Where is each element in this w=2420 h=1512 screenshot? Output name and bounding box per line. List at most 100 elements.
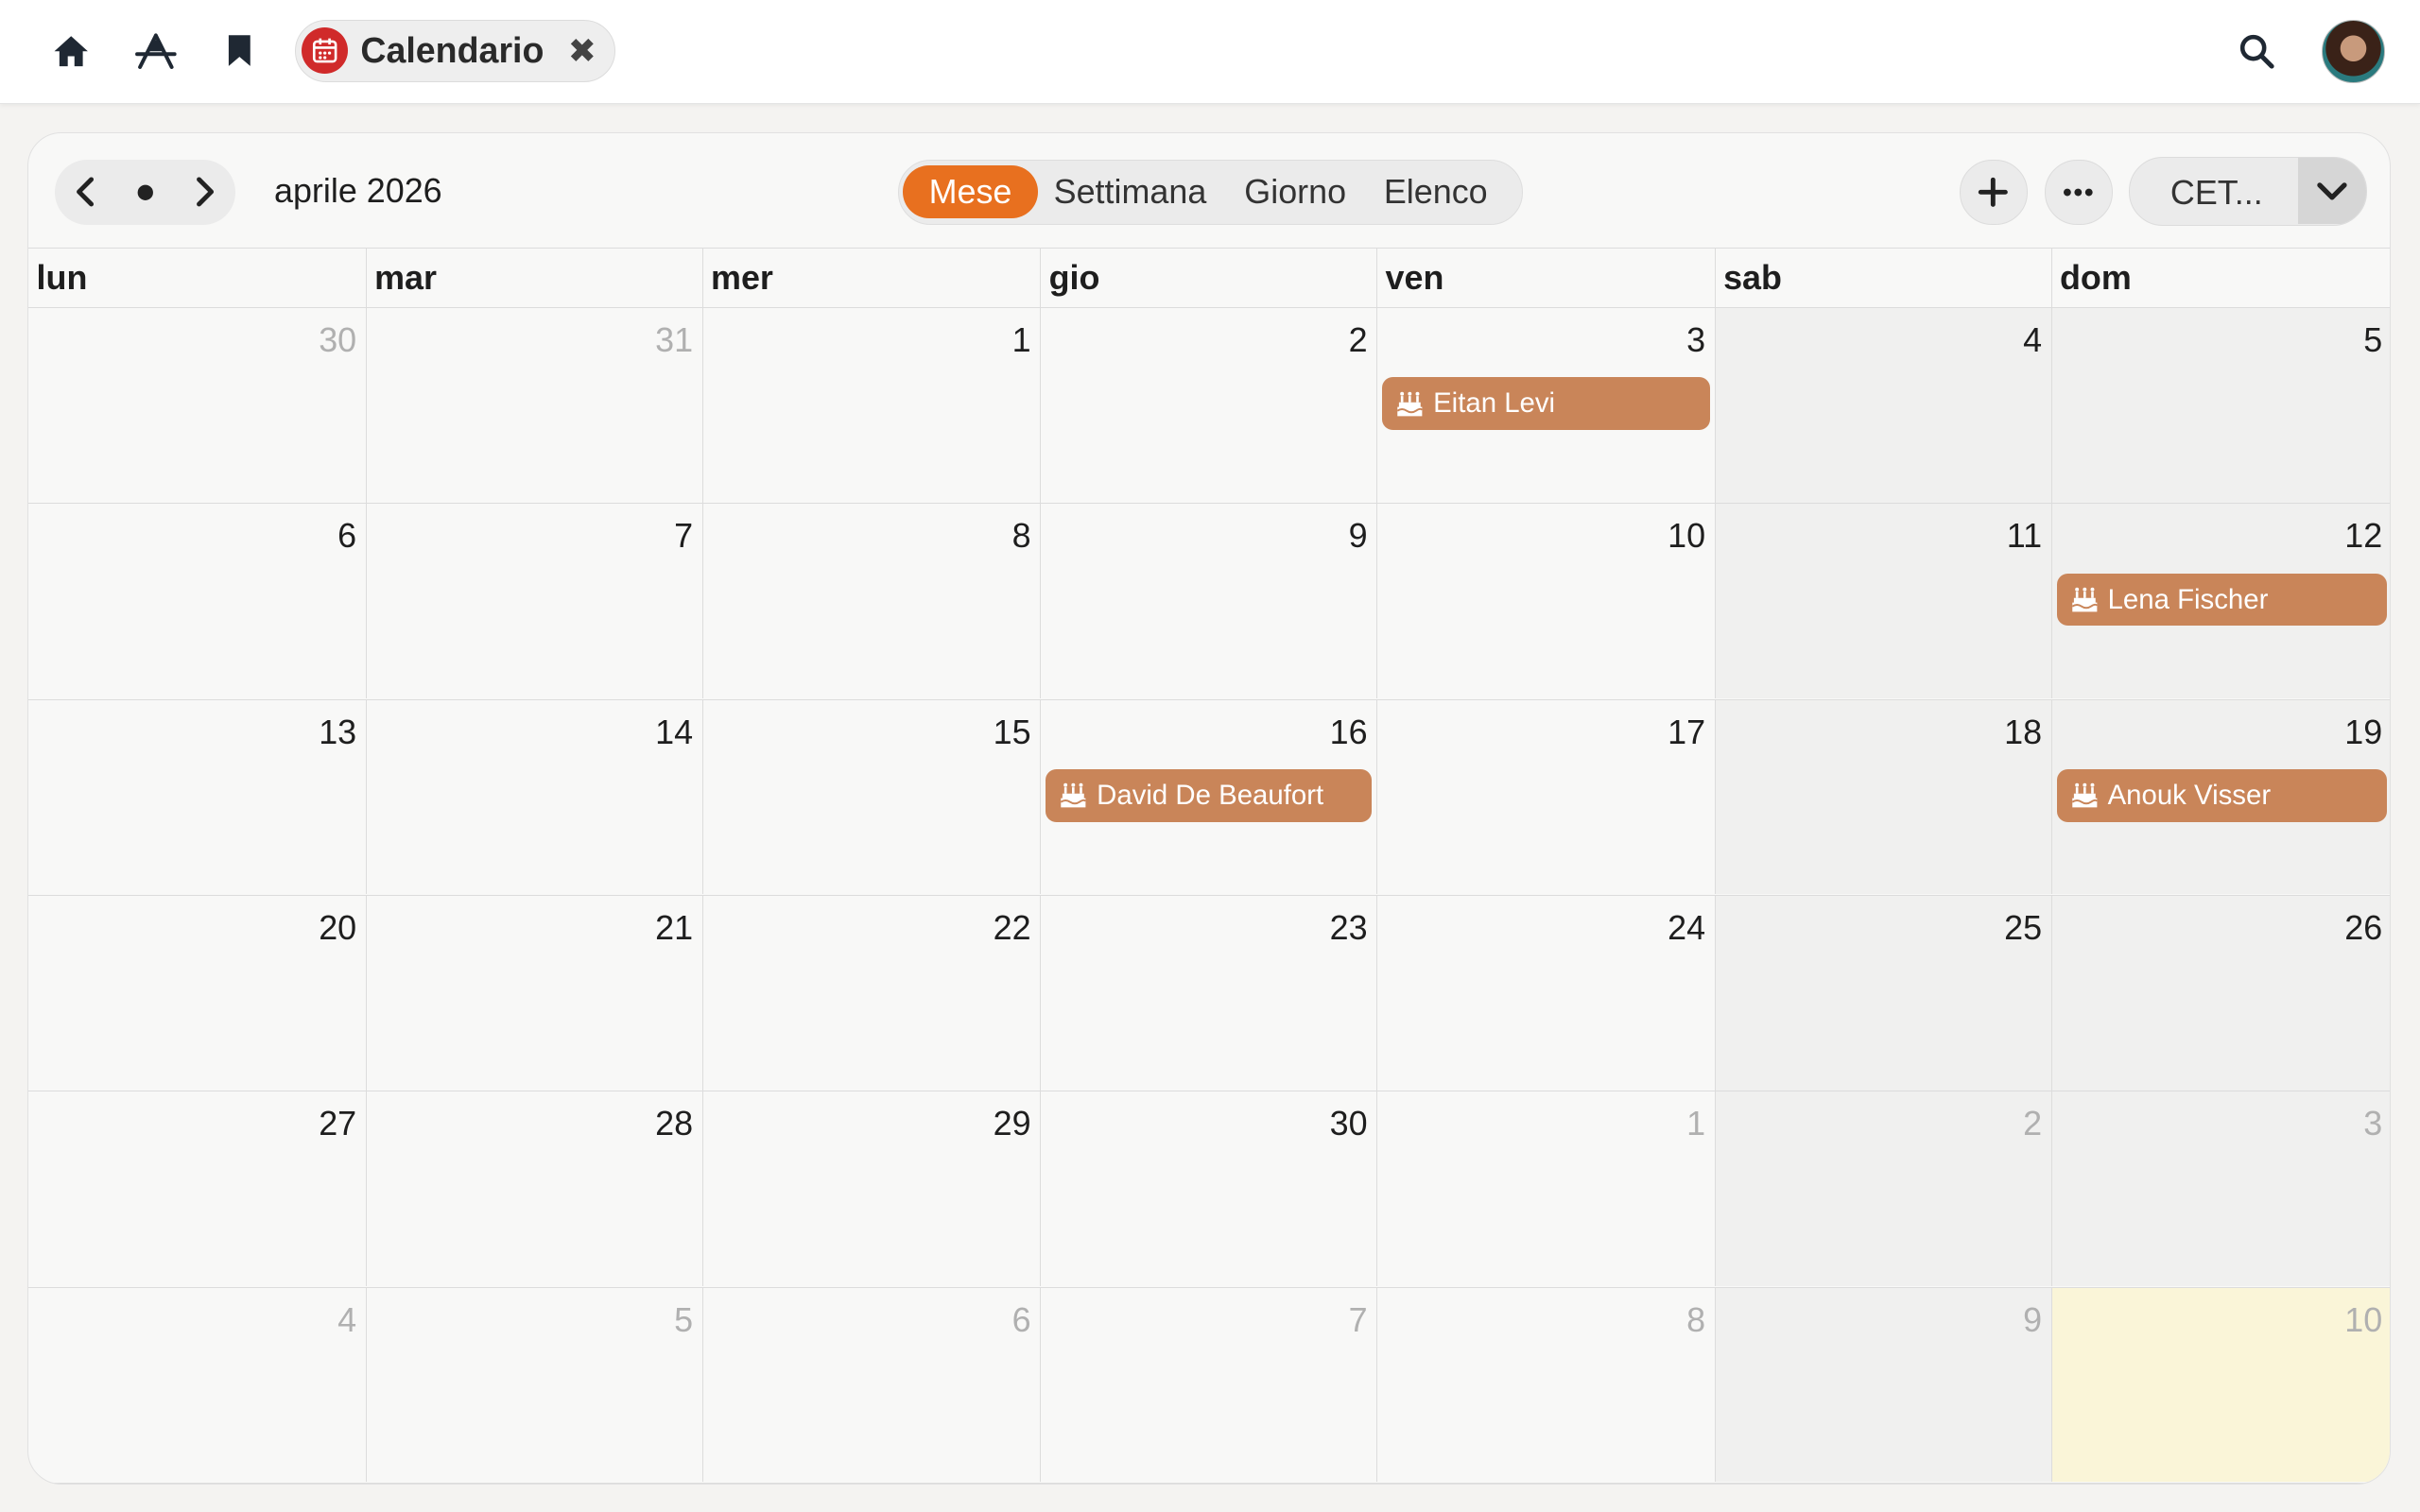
day-cell[interactable]: 25: [1715, 895, 2052, 1091]
day-cell[interactable]: 23: [1041, 895, 1378, 1091]
day-cell[interactable]: 20: [28, 895, 367, 1091]
day-number: 3: [1686, 319, 1706, 359]
birthday-event[interactable]: Lena Fischer: [2056, 573, 2388, 627]
weekday-header-mer: mer: [703, 249, 1042, 308]
day-cell[interactable]: 31: [367, 307, 703, 503]
day-cell[interactable]: 14: [367, 699, 703, 895]
day-cell[interactable]: 10: [2051, 1287, 2391, 1483]
tab-settimana[interactable]: Settimana: [1041, 165, 1219, 218]
chevron-right-icon: [197, 177, 215, 207]
close-icon[interactable]: ✖: [568, 33, 596, 68]
day-cell[interactable]: 8: [703, 504, 1042, 698]
day-cell[interactable]: 7: [367, 504, 703, 698]
day-cell[interactable]: 30: [28, 307, 367, 503]
event-title: David De Beaufort: [1097, 780, 1324, 812]
day-number: 2: [2023, 1104, 2043, 1143]
day-cell[interactable]: 18: [1715, 699, 2052, 895]
home-icon[interactable]: [49, 29, 93, 73]
day-cell[interactable]: 22: [703, 895, 1042, 1091]
day-number: 2: [1348, 319, 1368, 359]
apps-icon[interactable]: [134, 29, 178, 73]
today-button[interactable]: [121, 167, 170, 216]
day-cell[interactable]: 8: [1377, 1287, 1716, 1483]
day-cell[interactable]: 12 Lena Fischer: [2051, 504, 2391, 698]
birthday-event[interactable]: Eitan Levi: [1382, 377, 1710, 430]
day-cell[interactable]: 19 Anouk Visser: [2051, 699, 2391, 895]
weekday-header-mar: mar: [367, 249, 703, 308]
plus-icon: [1979, 177, 2009, 207]
tab-mese[interactable]: Mese: [903, 165, 1038, 218]
day-cell[interactable]: 27: [28, 1091, 367, 1286]
day-cell[interactable]: 9: [1715, 1287, 2052, 1483]
day-cell[interactable]: 6: [703, 1287, 1042, 1483]
day-number: 15: [993, 712, 1031, 751]
day-number: 1: [1011, 319, 1031, 359]
day-cell[interactable]: 26: [2051, 895, 2391, 1091]
birthday-event[interactable]: Anouk Visser: [2056, 769, 2388, 822]
day-number: 4: [2023, 319, 2043, 359]
next-button[interactable]: [181, 167, 230, 216]
day-number: 22: [993, 907, 1031, 947]
week-row: 20 21 22 23 24 25 26: [28, 895, 2391, 1092]
day-cell[interactable]: 6: [28, 504, 367, 698]
birthday-event[interactable]: David De Beaufort: [1046, 769, 1373, 822]
week-row: 27 28 29 30 1 2 3: [28, 1091, 2391, 1288]
day-number: 23: [1329, 907, 1368, 947]
day-cell[interactable]: 1: [703, 307, 1042, 503]
weekday-header-row: lun mar mer gio ven sab dom: [28, 248, 2391, 308]
day-number: 16: [1329, 712, 1368, 751]
day-cell[interactable]: 4: [28, 1287, 367, 1483]
day-cell[interactable]: 3 Eitan Levi: [1377, 307, 1716, 503]
chevron-down-icon[interactable]: [2298, 157, 2366, 225]
day-number: 9: [1348, 516, 1368, 556]
day-number: 30: [1329, 1104, 1368, 1143]
day-cell[interactable]: 24: [1377, 895, 1716, 1091]
event-title: Anouk Visser: [2107, 780, 2272, 812]
weekday-header-lun: lun: [28, 249, 367, 308]
day-number: 21: [655, 907, 694, 947]
timezone-select[interactable]: CET...: [2129, 156, 2367, 227]
more-options-button[interactable]: [2044, 160, 2113, 225]
tab-elenco[interactable]: Elenco: [1371, 165, 1500, 218]
day-cell[interactable]: 16 David De Beaufort: [1041, 699, 1378, 895]
day-number: 17: [1668, 712, 1706, 751]
day-cell[interactable]: 11: [1715, 504, 2052, 698]
day-cell[interactable]: 2: [1041, 307, 1378, 503]
day-cell[interactable]: 7: [1041, 1287, 1378, 1483]
day-number: 3: [2363, 1104, 2383, 1143]
day-cell[interactable]: 10: [1377, 504, 1716, 698]
day-number: 8: [1011, 516, 1031, 556]
day-number: 19: [2344, 712, 2383, 751]
avatar[interactable]: [2321, 20, 2385, 84]
day-number: 31: [655, 319, 694, 359]
day-cell[interactable]: 21: [367, 895, 703, 1091]
day-cell[interactable]: 30: [1041, 1091, 1378, 1286]
day-cell[interactable]: 29: [703, 1091, 1042, 1286]
day-cell[interactable]: 13: [28, 699, 367, 895]
prev-button[interactable]: [60, 167, 110, 216]
day-cell[interactable]: 2: [1715, 1091, 2052, 1286]
week-row: 6 7 8 9 10 11 12 Lena Fischer: [28, 504, 2391, 700]
day-cell[interactable]: 4: [1715, 307, 2052, 503]
day-cell[interactable]: 5: [367, 1287, 703, 1483]
day-cell[interactable]: 28: [367, 1091, 703, 1286]
day-cell[interactable]: 3: [2051, 1091, 2391, 1286]
bookmark-icon[interactable]: [217, 29, 261, 73]
day-cell[interactable]: 9: [1041, 504, 1378, 698]
day-number: 14: [655, 712, 694, 751]
birthday-cake-icon: [2071, 587, 2098, 612]
day-number: 26: [2344, 907, 2383, 947]
day-number: 7: [1348, 1299, 1368, 1339]
day-number: 29: [993, 1104, 1031, 1143]
day-cell[interactable]: 5: [2051, 307, 2391, 503]
add-event-button[interactable]: [1959, 160, 2028, 225]
search-icon[interactable]: [2235, 29, 2278, 73]
day-cell[interactable]: 17: [1377, 699, 1716, 895]
day-cell[interactable]: 15: [703, 699, 1042, 895]
day-number: 5: [2363, 319, 2383, 359]
day-number: 10: [2344, 1299, 2383, 1339]
tab-giorno[interactable]: Giorno: [1229, 165, 1361, 218]
app-tab-calendario[interactable]: Calendario ✖: [294, 20, 616, 82]
chevron-left-icon: [76, 177, 94, 207]
day-cell[interactable]: 1: [1377, 1091, 1716, 1286]
